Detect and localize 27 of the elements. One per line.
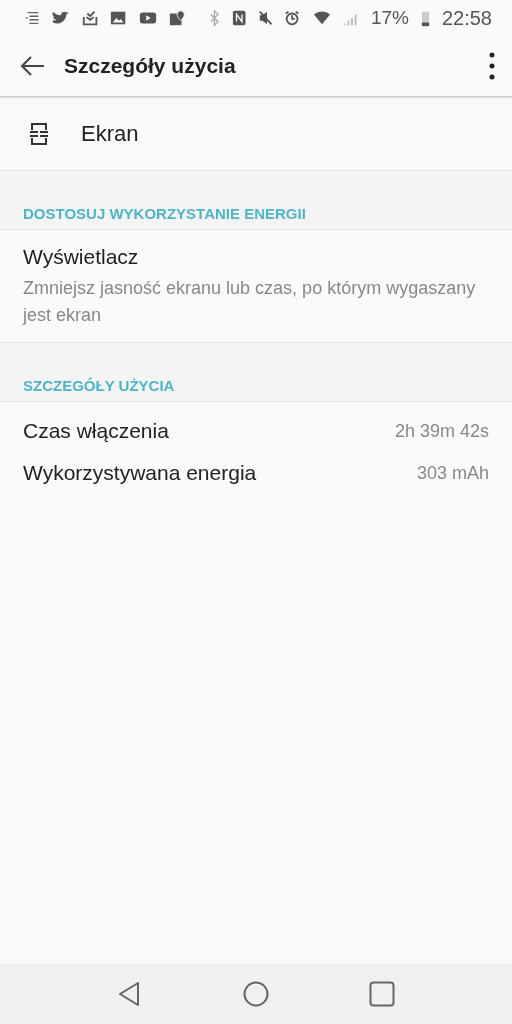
option-summary: Zmniejsz jasność ekranu lub czas, po którym wygaszany jest ekran — [23, 277, 477, 327]
map-pin-icon — [168, 9, 185, 27]
image-icon — [110, 9, 127, 27]
alarm-icon — [284, 9, 301, 27]
battery-percent: 17% — [370, 7, 409, 29]
nfc-icon — [231, 9, 247, 27]
inbox-icon — [82, 9, 99, 27]
screen-icon — [29, 120, 49, 147]
more-options-button[interactable] — [488, 51, 496, 81]
notes-icon — [24, 9, 41, 27]
section-header: SZCZEGÓŁY UŻYCIA — [0, 343, 512, 402]
mute-icon — [258, 9, 273, 27]
battery-icon — [420, 9, 430, 27]
stat-label: Wykorzystywana energia — [23, 461, 257, 485]
back-button[interactable] — [18, 54, 46, 78]
screen-title: Szczegóły użycia — [64, 54, 237, 78]
option-title: Wyświetlacz — [23, 245, 140, 269]
stat-value: 2h 39m 42s — [394, 420, 489, 442]
recents-button[interactable] — [369, 981, 395, 1007]
clock: 22:58 — [441, 6, 492, 30]
stat-label: Czas włączenia — [23, 419, 169, 443]
section-header: DOSTOSUJ WYKORZYSTANIE ENERGII — [0, 171, 512, 230]
app-name: Ekran — [81, 120, 139, 147]
wifi-icon — [312, 9, 331, 27]
bluetooth-icon — [208, 9, 220, 27]
stat-value: 303 mAh — [416, 462, 489, 484]
home-button[interactable] — [243, 981, 269, 1007]
